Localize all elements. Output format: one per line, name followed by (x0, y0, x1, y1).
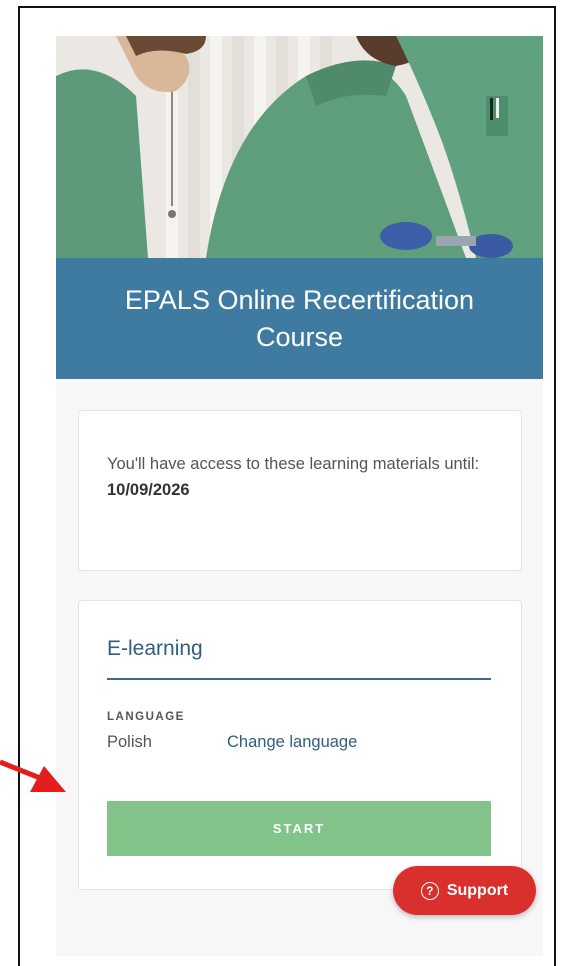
hero-photo (56, 36, 543, 258)
support-label: Support (446, 881, 509, 899)
access-info-prefix: You'll have access to these learning mat… (107, 455, 480, 473)
red-arrow-icon (0, 759, 66, 792)
question-circle-icon: ? (420, 881, 439, 900)
hero-image (56, 36, 543, 258)
elearning-box: E-learning LANGUAGE Polish Change langua… (78, 600, 522, 890)
access-expiry-date: 10/09/2026 (107, 481, 190, 499)
language-value: Polish (107, 733, 152, 751)
support-button[interactable]: ? Support (393, 866, 536, 915)
elearning-heading: E-learning (107, 637, 203, 660)
course-card: EPALS Online Recertification Course You'… (56, 36, 543, 956)
language-label: LANGUAGE (107, 711, 185, 723)
start-button[interactable]: START (107, 801, 491, 856)
elearning-underline (107, 678, 491, 680)
change-language-link[interactable]: Change language (227, 733, 357, 752)
access-info-box: You'll have access to these learning mat… (78, 410, 522, 571)
course-title-band: EPALS Online Recertification Course (56, 258, 543, 379)
course-title: EPALS Online Recertification Course (124, 284, 475, 352)
access-info-text: You'll have access to these learning mat… (107, 451, 507, 503)
